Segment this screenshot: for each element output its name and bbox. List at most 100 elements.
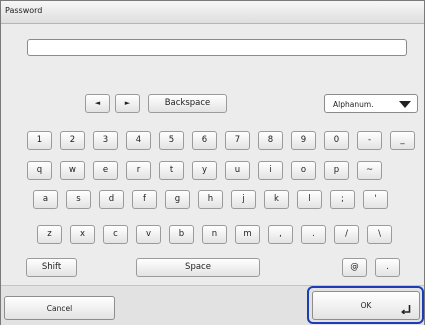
key-0-8[interactable]: 9	[291, 131, 316, 150]
key-2-3[interactable]: f	[132, 190, 157, 209]
key-0-3[interactable]: 4	[126, 131, 151, 150]
key-label: y	[201, 165, 208, 176]
key-label: 4	[135, 135, 142, 146]
password-dialog: Password ◄ ► Backspace Alphanum. 1 2 3 4 5 6 7…	[0, 0, 425, 325]
key-0-6[interactable]: 7	[225, 131, 250, 150]
key-label: f	[143, 194, 146, 205]
ok-focus-ring	[307, 286, 424, 324]
key-label: 8	[267, 135, 274, 146]
key-3-10[interactable]: \	[367, 225, 392, 244]
key-label: x	[79, 229, 86, 240]
key-1-10[interactable]: ~	[357, 161, 382, 180]
key-3-8[interactable]: .	[301, 225, 326, 244]
key-label: g	[174, 194, 181, 205]
key-label: m	[243, 229, 252, 240]
key-label: 1	[36, 135, 43, 146]
key-2-0[interactable]: a	[33, 190, 58, 209]
key-0-1[interactable]: 2	[60, 131, 85, 150]
space-key[interactable]: Space	[136, 258, 260, 277]
key-label: a	[42, 194, 49, 205]
key-3-4[interactable]: b	[169, 225, 194, 244]
key-3-1[interactable]: x	[70, 225, 95, 244]
key-3-5[interactable]: n	[202, 225, 227, 244]
key-3-7[interactable]: ,	[268, 225, 293, 244]
key-label: k	[274, 194, 279, 205]
key-at[interactable]: @	[342, 258, 367, 277]
key-label: t	[169, 165, 174, 176]
key-1-0[interactable]: q	[27, 161, 52, 180]
cursor-right-button[interactable]: ►	[115, 94, 140, 113]
key-label: l	[308, 194, 311, 205]
key-label: 0	[333, 135, 340, 146]
key-2-9[interactable]: ;	[330, 190, 355, 209]
key-at-label: @	[350, 262, 359, 273]
key-2-1[interactable]: s	[66, 190, 91, 209]
key-3-6[interactable]: m	[235, 225, 260, 244]
left-arrow-icon: ◄	[94, 99, 101, 107]
space-label: Space	[185, 262, 211, 273]
key-label: p	[333, 165, 340, 176]
input-mode-value: Alphanum.	[333, 100, 374, 109]
key-1-7[interactable]: i	[258, 161, 283, 180]
key-0-0[interactable]: 1	[27, 131, 52, 150]
key-2-10[interactable]: '	[363, 190, 388, 209]
key-label: v	[145, 229, 152, 240]
key-label: _	[400, 135, 405, 146]
dialog-title: Password	[5, 6, 43, 15]
key-label: r	[136, 165, 141, 176]
cancel-label: Cancel	[46, 303, 73, 313]
key-0-5[interactable]: 6	[192, 131, 217, 150]
key-label: e	[102, 165, 109, 176]
key-1-9[interactable]: p	[324, 161, 349, 180]
key-1-2[interactable]: e	[93, 161, 118, 180]
key-label: ,	[279, 229, 282, 240]
key-3-9[interactable]: /	[334, 225, 359, 244]
key-2-8[interactable]: l	[297, 190, 322, 209]
key-label: j	[242, 194, 245, 205]
password-input[interactable]	[27, 39, 407, 56]
key-0-2[interactable]: 3	[93, 131, 118, 150]
key-0-9[interactable]: 0	[324, 131, 349, 150]
key-1-5[interactable]: y	[192, 161, 217, 180]
key-3-2[interactable]: c	[103, 225, 128, 244]
key-0-10[interactable]: -	[357, 131, 382, 150]
key-2-5[interactable]: h	[198, 190, 223, 209]
key-label: -	[367, 135, 372, 146]
shift-label: Shift	[41, 262, 62, 273]
key-2-6[interactable]: j	[231, 190, 256, 209]
key-label: 7	[234, 135, 241, 146]
key-label: n	[211, 229, 218, 240]
key-2-4[interactable]: g	[165, 190, 190, 209]
key-label: 6	[201, 135, 208, 146]
key-1-1[interactable]: w	[60, 161, 85, 180]
key-label: q	[36, 165, 43, 176]
key-label: z	[47, 229, 52, 240]
cancel-button[interactable]: Cancel	[4, 296, 115, 320]
key-1-8[interactable]: o	[291, 161, 316, 180]
title-bar: Password	[1, 1, 424, 24]
key-label: d	[108, 194, 115, 205]
key-1-4[interactable]: t	[159, 161, 184, 180]
backspace-button[interactable]: Backspace	[148, 94, 227, 113]
key-1-6[interactable]: u	[225, 161, 250, 180]
key-label: o	[300, 165, 307, 176]
key-2-2[interactable]: d	[99, 190, 124, 209]
key-period[interactable]: .	[375, 258, 400, 277]
key-3-3[interactable]: v	[136, 225, 161, 244]
key-1-3[interactable]: r	[126, 161, 151, 180]
key-0-4[interactable]: 5	[159, 131, 184, 150]
chevron-down-icon	[399, 101, 411, 108]
shift-key[interactable]: Shift	[26, 258, 77, 277]
key-label: .	[312, 229, 315, 240]
cursor-left-button[interactable]: ◄	[85, 94, 110, 113]
key-2-7[interactable]: k	[264, 190, 289, 209]
key-label: /	[345, 229, 348, 240]
key-label: \	[378, 229, 381, 240]
key-0-7[interactable]: 8	[258, 131, 283, 150]
key-0-11[interactable]: _	[390, 131, 415, 150]
key-label: 5	[168, 135, 175, 146]
key-label: c	[113, 229, 118, 240]
input-mode-select[interactable]: Alphanum.	[324, 94, 418, 113]
right-arrow-icon: ►	[124, 99, 131, 107]
key-3-0[interactable]: z	[37, 225, 62, 244]
